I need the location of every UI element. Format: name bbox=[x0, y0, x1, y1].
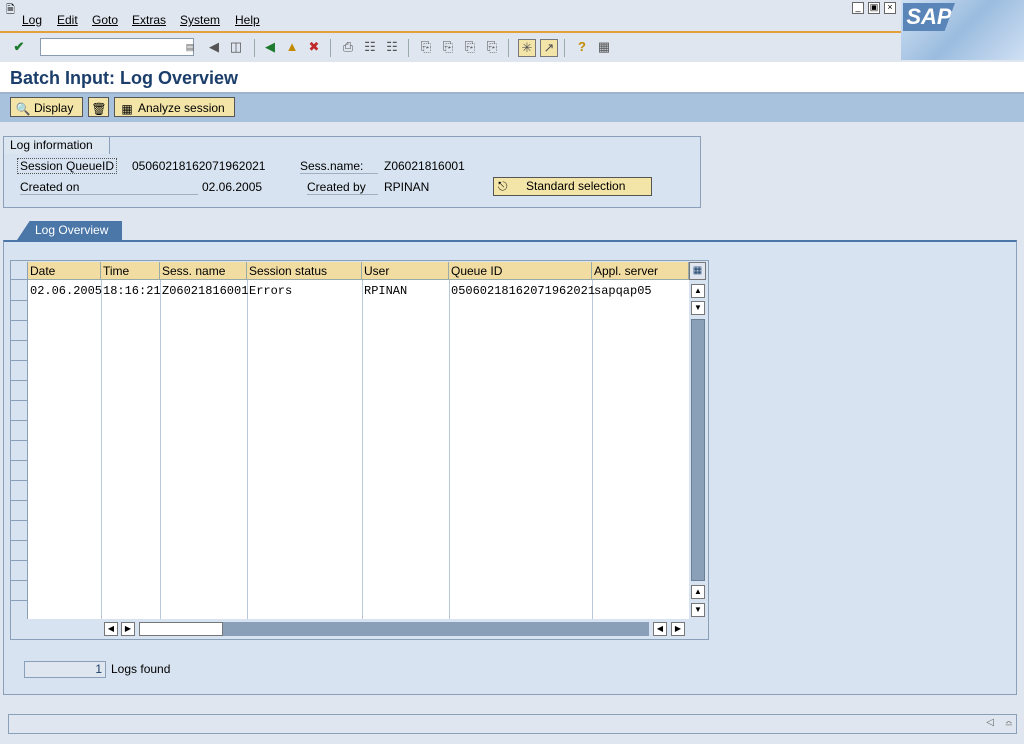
column-header-user[interactable]: User bbox=[362, 262, 449, 280]
display-button-label: Display bbox=[34, 101, 74, 115]
logs-found-count: 1 bbox=[24, 661, 106, 678]
delete-button[interactable]: 🗑 bbox=[88, 97, 109, 117]
column-header-sess-name[interactable]: Sess. name bbox=[160, 262, 247, 280]
exit-icon[interactable]: ▲ bbox=[284, 39, 300, 55]
column-header-date[interactable]: Date bbox=[28, 262, 101, 280]
created-by-value: RPINAN bbox=[384, 180, 430, 194]
sess-name-value: Z06021816001 bbox=[384, 159, 465, 173]
minimize-icon[interactable]: _ bbox=[852, 2, 864, 14]
vertical-scroll-thumb[interactable] bbox=[691, 319, 705, 581]
command-dropdown-icon[interactable]: ▤ bbox=[182, 39, 198, 55]
menu-system[interactable]: System bbox=[180, 13, 220, 27]
selection-icon: ⎋ bbox=[498, 179, 508, 193]
trash-icon: 🗑 bbox=[91, 101, 107, 116]
scroll-right-icon[interactable]: ▶ bbox=[121, 622, 135, 636]
session-queueid-label: Session QueueID bbox=[17, 158, 118, 174]
column-header-session-status[interactable]: Session status bbox=[247, 262, 362, 280]
status-expand-icon[interactable]: ◁ bbox=[986, 717, 994, 728]
menu-edit[interactable]: Edit bbox=[57, 13, 78, 27]
column-settings-icon[interactable]: ▦ bbox=[689, 262, 706, 280]
tab-log-overview[interactable]: Log Overview bbox=[17, 221, 122, 240]
created-by-label: Created by bbox=[307, 180, 378, 195]
column-header-time[interactable]: Time bbox=[101, 262, 160, 280]
menu-help[interactable]: Help bbox=[235, 13, 260, 27]
created-on-value: 02.06.2005 bbox=[202, 180, 263, 194]
menu-bar: 🗎 Log Edit Goto Extras System Help _ ▣ × bbox=[0, 0, 1024, 31]
enter-icon[interactable]: ✔ bbox=[11, 39, 27, 55]
log-information-title: Log information bbox=[4, 137, 110, 154]
scroll-page-left-icon[interactable]: ◀ bbox=[653, 622, 667, 636]
sap-logo: SAP bbox=[901, 0, 1024, 60]
standard-selection-button[interactable]: ⎋ Standard selection bbox=[493, 177, 652, 196]
standard-toolbar: ✔ ▤ ◀ ◫ ◀ ▲ ✖ ⎙ ☷ ☷ ⎘ ⎘ ⎘ ⎘ ✳ ↗ ? ▦ bbox=[0, 31, 901, 62]
cell-date: 02.06.2005 bbox=[30, 284, 103, 298]
scroll-down-icon[interactable]: ▲ bbox=[691, 585, 705, 599]
scroll-top-icon[interactable]: ▲ bbox=[691, 284, 705, 298]
menu-goto[interactable]: Goto bbox=[92, 13, 118, 27]
command-field[interactable] bbox=[40, 38, 194, 56]
create-session-icon[interactable]: ✳ bbox=[518, 39, 536, 57]
back-icon[interactable]: ◀ bbox=[262, 39, 278, 55]
analyze-icon: ▦ bbox=[121, 101, 133, 116]
analyze-session-button[interactable]: ▦ Analyze session bbox=[114, 97, 235, 117]
column-header-appl-server[interactable]: Appl. server bbox=[592, 262, 689, 280]
menu-log[interactable]: Log bbox=[22, 13, 42, 27]
help-icon[interactable]: ? bbox=[574, 39, 590, 55]
find-next-icon[interactable]: ☷ bbox=[384, 39, 400, 55]
cell-time: 18:16:21 bbox=[103, 284, 161, 298]
session-queueid-value: 05060218162071962021 bbox=[132, 159, 266, 173]
print-icon[interactable]: ⎙ bbox=[340, 39, 356, 55]
cell-user: RPINAN bbox=[364, 284, 408, 298]
standard-selection-label: Standard selection bbox=[526, 179, 626, 193]
application-toolbar: 🔍 Display 🗑 ▦ Analyze session bbox=[0, 94, 1024, 122]
next-page-icon[interactable]: ⎘ bbox=[462, 39, 478, 55]
cell-queue-id: 05060218162071962021 bbox=[451, 284, 596, 298]
cell-session-status: Errors bbox=[249, 284, 293, 298]
select-all-button[interactable] bbox=[11, 262, 28, 280]
restore-icon[interactable]: ▣ bbox=[868, 2, 880, 14]
analyze-session-label: Analyze session bbox=[138, 101, 225, 115]
system-menu-icon[interactable]: 🗎 bbox=[6, 1, 15, 20]
display-icon: 🔍 bbox=[15, 101, 31, 116]
sap-logo-text: SAP bbox=[903, 3, 955, 31]
layout-icon[interactable]: ▦ bbox=[596, 39, 612, 55]
close-icon[interactable]: × bbox=[884, 2, 896, 14]
last-page-icon[interactable]: ⎘ bbox=[484, 39, 500, 55]
scroll-page-right-icon[interactable]: ▶ bbox=[671, 622, 685, 636]
save-icon[interactable]: ◫ bbox=[228, 39, 244, 55]
previous-page-icon[interactable]: ⎘ bbox=[440, 39, 456, 55]
created-on-label: Created on bbox=[20, 180, 198, 195]
cell-appl-server: sapqap05 bbox=[594, 284, 652, 298]
logs-found-label: Logs found bbox=[111, 662, 171, 676]
scroll-bottom-icon[interactable]: ▼ bbox=[691, 603, 705, 617]
first-page-icon[interactable]: ⎘ bbox=[418, 39, 434, 55]
scroll-left-icon[interactable]: ◀ bbox=[104, 622, 118, 636]
shortcut-icon[interactable]: ↗ bbox=[540, 39, 558, 57]
scroll-up-icon[interactable]: ▼ bbox=[691, 301, 705, 315]
cell-sess-name: Z06021816001 bbox=[162, 284, 249, 298]
resize-grip-icon[interactable]: ≏ bbox=[1005, 719, 1013, 730]
display-button[interactable]: 🔍 Display bbox=[10, 97, 83, 117]
page-title: Batch Input: Log Overview bbox=[10, 68, 239, 88]
log-table bbox=[11, 262, 689, 619]
previous-icon[interactable]: ◀ bbox=[206, 39, 222, 55]
column-header-queue-id[interactable]: Queue ID bbox=[449, 262, 592, 280]
sess-name-label: Sess.name: bbox=[300, 159, 378, 174]
menu-extras[interactable]: Extras bbox=[132, 13, 166, 27]
horizontal-scroll-thumb[interactable] bbox=[139, 622, 223, 636]
cancel-icon[interactable]: ✖ bbox=[306, 39, 322, 55]
status-bar: ◁ ≏ bbox=[8, 714, 1017, 734]
find-icon[interactable]: ☷ bbox=[362, 39, 378, 55]
